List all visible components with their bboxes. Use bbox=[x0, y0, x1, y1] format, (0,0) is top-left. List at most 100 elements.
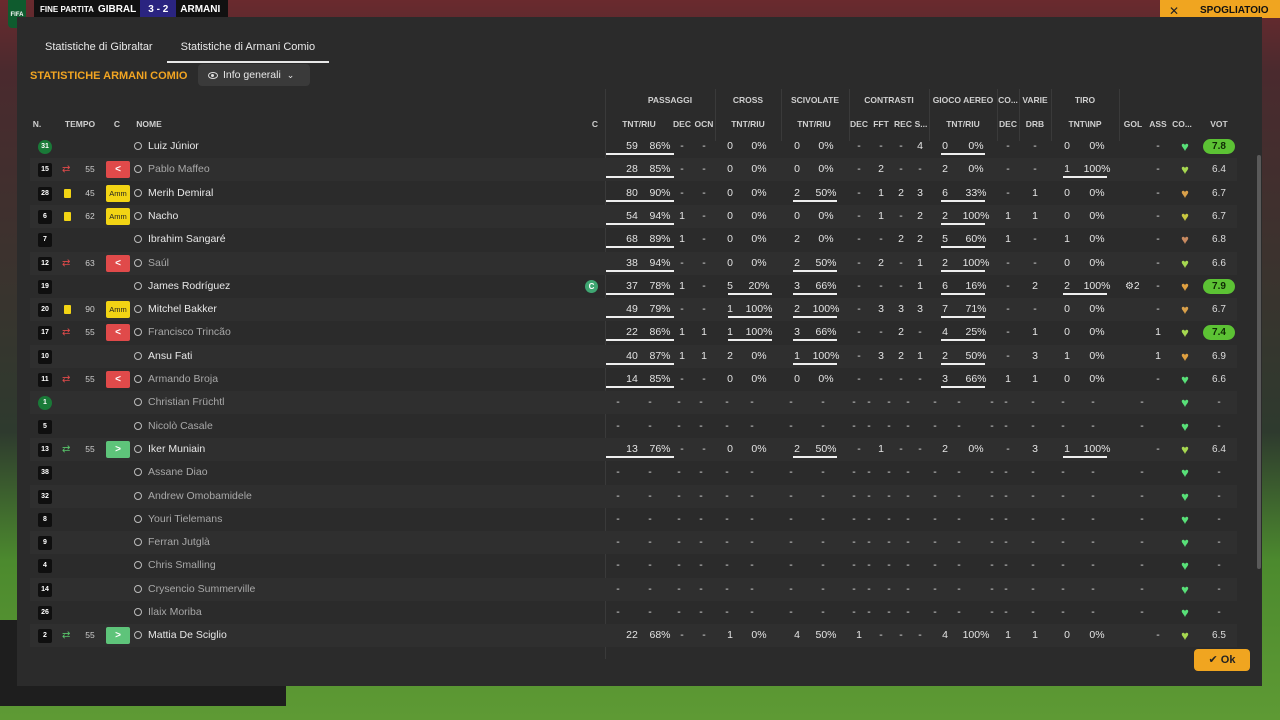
empty-stat: - bbox=[648, 606, 652, 618]
table-row[interactable]: 14 Crysencio Summerville - - - - - - - - - - - - - - - - -… bbox=[30, 577, 1237, 601]
table-row[interactable]: 4 Chris Smalling - - - - - - - - - - - - - - - - - - - - ♥ - bbox=[30, 554, 1237, 577]
rating-badge: 6.7 bbox=[1212, 304, 1226, 316]
contr-fft: 2 bbox=[878, 256, 884, 269]
table-row[interactable]: 26 Ilaix Moriba - - - - - - - - - - - - - - - - - - - - ♥ - bbox=[30, 601, 1237, 624]
col-condition[interactable]: CO... bbox=[1169, 119, 1195, 129]
col-co-dec[interactable]: DEC bbox=[998, 119, 1018, 129]
empty-stat: - bbox=[933, 489, 937, 502]
shots-on-target: 0% bbox=[1089, 209, 1105, 222]
table-row[interactable]: 6 62 Amm Nacho 54 94% 1-0 0% 0 0% -1-2 2 100% 1 1 0 0% - ♥… bbox=[30, 204, 1237, 228]
close-icon[interactable]: ✕ bbox=[1160, 0, 1188, 18]
minute: 55 bbox=[85, 630, 95, 641]
dressing-room-button[interactable]: SPOGLIATOIO bbox=[1188, 0, 1280, 18]
dribbling: 1 bbox=[1032, 186, 1038, 199]
table-scrollbar[interactable] bbox=[1257, 155, 1261, 569]
tab-gibraltar-stats[interactable]: Statistiche di Gibraltar bbox=[31, 17, 167, 63]
table-row[interactable]: 5 Nicolò Casale - - - - - - - - - - - - - - - - - - - - ♥ - bbox=[30, 415, 1237, 438]
player-name[interactable]: Christian Früchtl bbox=[134, 391, 224, 414]
col-card[interactable]: C bbox=[111, 119, 123, 129]
empty-stat: - bbox=[990, 419, 994, 432]
col-shots-att-on[interactable]: TNT\INP bbox=[1063, 119, 1107, 129]
col-rating[interactable]: VOT bbox=[1206, 119, 1232, 129]
minute: 55 bbox=[85, 327, 95, 338]
empty-stat: - bbox=[933, 396, 937, 409]
col-assists[interactable]: ASS bbox=[1147, 119, 1169, 129]
player-name[interactable]: Assane Diao bbox=[134, 461, 208, 484]
player-name[interactable]: Andrew Omobamidele bbox=[134, 485, 252, 508]
player-name[interactable]: Chris Smalling bbox=[134, 554, 216, 577]
table-row[interactable]: 38 Assane Diao - - - - - - - - - - - - - - - - - - - - ♥ - bbox=[30, 461, 1237, 484]
table-row[interactable]: 9 Ferran Jutglà - - - - - - - - - - - - - - - - - - - - ♥ - bbox=[30, 531, 1237, 555]
table-row[interactable]: 8 Youri Tielemans - - - - - - - - - - - - - - - - - - - - ♥ - bbox=[30, 508, 1237, 531]
player-name[interactable]: Youri Tielemans bbox=[134, 508, 222, 531]
player-name[interactable]: Ilaix Moriba bbox=[134, 601, 202, 624]
tab-armani-stats[interactable]: Statistiche di Armani Comio bbox=[166, 17, 330, 63]
player-name[interactable]: Francisco Trincão bbox=[134, 321, 231, 344]
contr-s: 3 bbox=[917, 186, 923, 199]
player-name[interactable]: Mattia De Sciglio bbox=[134, 624, 227, 647]
dribbling: 2 bbox=[1032, 279, 1038, 292]
col-dribbling[interactable]: DRB bbox=[1025, 119, 1045, 129]
player-name[interactable]: Ferran Jutglà bbox=[134, 531, 210, 554]
player-name[interactable]: Luiz Júnior bbox=[134, 135, 199, 158]
player-name[interactable]: James Rodríguez bbox=[134, 275, 230, 298]
tackles-attempted: 0 bbox=[794, 140, 800, 152]
empty-stat: - bbox=[867, 396, 871, 409]
stat-bar bbox=[941, 222, 985, 225]
ok-button[interactable]: ✔ Ok bbox=[1194, 649, 1250, 671]
table-row[interactable]: 17 ⇄ 55 < Francisco Trincão 22 86% 1 1 1 100% 3 66% -… bbox=[30, 321, 1237, 344]
table-row[interactable]: 31 Luiz Júnior 59 86% - -0 0% 0 0% - - -4 0 0% - -0 0% - ♥… bbox=[30, 135, 1237, 158]
empty-stat: - bbox=[750, 419, 754, 432]
table-row[interactable]: 2 ⇄ 55 > Mattia De Sciglio 22 68% - -1 0% 4 50% 1- - -… bbox=[30, 624, 1237, 648]
col-contr-s[interactable]: S... bbox=[913, 119, 929, 129]
col-goals[interactable]: GOL bbox=[1121, 119, 1145, 129]
col-cross-att-comp[interactable]: TNT/RIU bbox=[726, 119, 770, 129]
assists: - bbox=[1156, 279, 1160, 292]
col-contr-dec[interactable]: DEC bbox=[849, 119, 869, 129]
player-name[interactable]: Ibrahim Sangaré bbox=[134, 228, 226, 251]
col-captain[interactable]: C bbox=[589, 119, 601, 129]
column-divider bbox=[929, 89, 930, 141]
player-name[interactable]: Armando Broja bbox=[134, 368, 218, 391]
table-row[interactable]: 15 ⇄ 55 < Pablo Maffeo 28 85% - -0 0% 0 0% -2- -2 0% - -… bbox=[30, 158, 1237, 182]
table-row[interactable]: 13 ⇄ 55 > Iker Muniain 13 76% - -0 0% 2 50% -1- -2 0% -… bbox=[30, 437, 1237, 461]
group-header-tiro: TIRO bbox=[1074, 95, 1096, 105]
player-name[interactable]: Pablo Maffeo bbox=[134, 158, 210, 181]
col-number[interactable]: N. bbox=[30, 119, 44, 129]
player-name[interactable]: Iker Muniain bbox=[134, 438, 205, 461]
table-row[interactable]: 28 45 Amm Merih Demiral 80 90% - -0 0% 2 50% -1 2 3 6 3… bbox=[30, 182, 1237, 205]
col-pass-ocn[interactable]: OCN bbox=[694, 119, 714, 129]
player-name[interactable]: Crysencio Summerville bbox=[134, 578, 255, 601]
player-name[interactable]: Nicolò Casale bbox=[134, 415, 213, 438]
col-pass-dec[interactable]: DEC bbox=[672, 119, 692, 129]
table-row[interactable]: 1 Christian Früchtl - - - - - - - - - - - - - - - - - - - - ♥ - bbox=[30, 391, 1237, 415]
player-name[interactable]: Ansu Fati bbox=[134, 345, 192, 368]
col-time[interactable]: TEMPO bbox=[62, 119, 98, 129]
col-tackles-att-comp[interactable]: TNT/RIU bbox=[792, 119, 836, 129]
stats-view-dropdown[interactable]: Info generali ⌄ bbox=[198, 64, 310, 86]
player-name[interactable]: Nacho bbox=[134, 205, 178, 228]
cross-attempted: 0 bbox=[727, 256, 733, 269]
table-row[interactable]: 7 Ibrahim Sangaré 68 89% 1-0 0% 2 0% - -2 2 5 60% 1-1… bbox=[30, 228, 1237, 251]
table-row[interactable]: 11 ⇄ 55 < Armando Broja 14 85% - -0 0% 0 0% - - - -3 66%… bbox=[30, 368, 1237, 391]
condition-heart-icon: ♥ bbox=[1181, 628, 1189, 644]
table-row[interactable]: 19 James Rodríguez C 37 78% 1-5 20% 3 66% - - -1 6 16… bbox=[30, 275, 1237, 298]
table-row[interactable]: 10 Ansu Fati 40 87% 1 1 2 0% 1 100% -3 2 1 2 50% -3 1 0% 1… bbox=[30, 344, 1237, 368]
col-name[interactable]: NOME bbox=[134, 119, 164, 129]
stat-bar bbox=[793, 269, 837, 272]
table-row[interactable]: 32 Andrew Omobamidele - - - - - - - - - - - - - - - - - - - -… bbox=[30, 484, 1237, 508]
col-contr-rec[interactable]: REC bbox=[893, 119, 913, 129]
empty-stat: - bbox=[677, 489, 681, 502]
player-name[interactable]: Saúl bbox=[134, 252, 169, 275]
col-aerial-att-comp[interactable]: TNT/RIU bbox=[941, 119, 985, 129]
table-row[interactable]: 12 ⇄ 63 < Saúl 38 94% - -0 0% 2 50% -2-1 2 100% - -0 0% - ♥… bbox=[30, 251, 1237, 275]
table-row[interactable]: 20 90 Amm Mitchel Bakker 49 79% - -1 100% 2 100% -3… bbox=[30, 298, 1237, 322]
col-contr-fft[interactable]: FFT bbox=[871, 119, 891, 129]
empty-stat: - bbox=[1061, 582, 1065, 595]
stat-bar bbox=[606, 176, 674, 179]
col-pass-att-comp[interactable]: TNT/RIU bbox=[617, 119, 661, 129]
empty-stat: - bbox=[1004, 559, 1008, 572]
condition-heart-icon: ♥ bbox=[1181, 232, 1189, 248]
player-name[interactable]: Mitchel Bakker bbox=[134, 298, 217, 321]
player-name[interactable]: Merih Demiral bbox=[134, 182, 213, 205]
